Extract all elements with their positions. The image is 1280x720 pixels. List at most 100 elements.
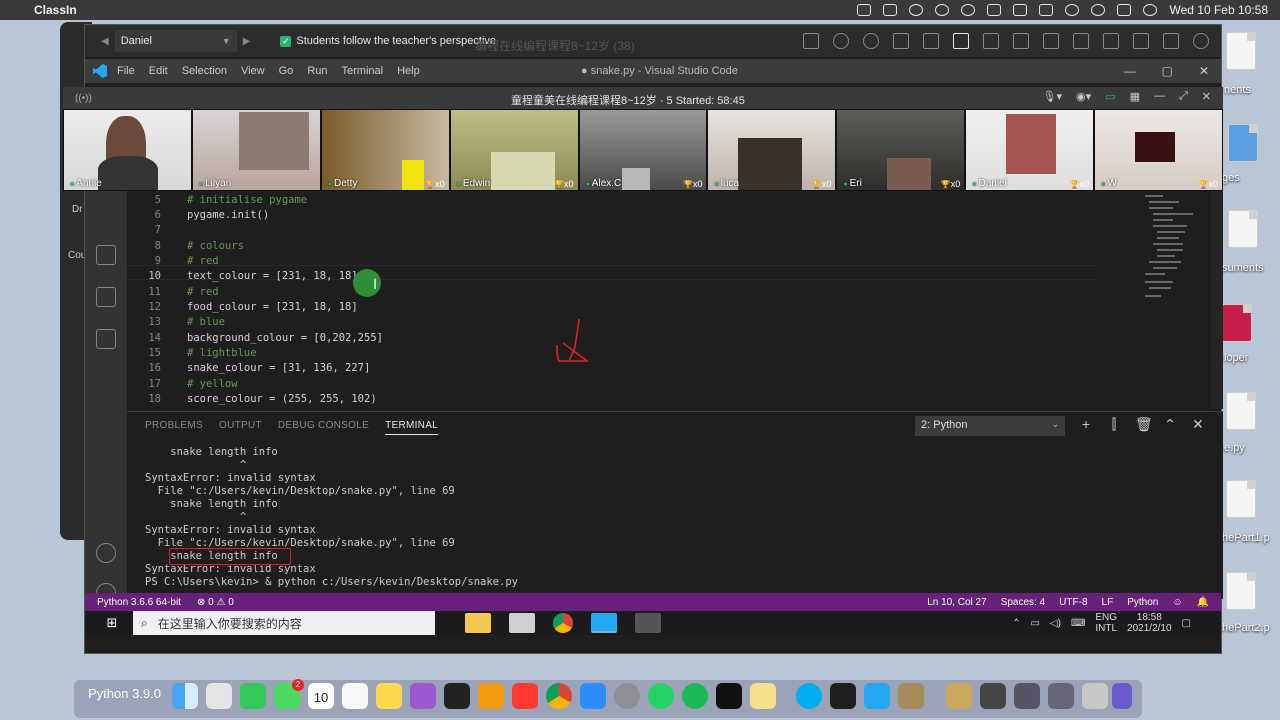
volume-icon[interactable]	[987, 4, 1002, 16]
network-icon[interactable]: ▭	[1030, 618, 1039, 629]
maximize-button[interactable]: ▢	[1162, 64, 1173, 78]
tab-debug-console[interactable]: DEBUG CONSOLE	[278, 420, 369, 435]
menu-selection[interactable]: Selection	[182, 65, 227, 77]
language-mode[interactable]: Python	[1127, 597, 1158, 608]
tab-output[interactable]: OUTPUT	[219, 420, 262, 435]
terminal-app-icon[interactable]	[444, 683, 470, 709]
podcasts-icon[interactable]	[410, 683, 436, 709]
eraser-icon[interactable]	[1013, 33, 1029, 49]
menu-help[interactable]: Help	[397, 65, 420, 77]
selection-icon[interactable]	[923, 33, 939, 49]
chat-icon[interactable]	[833, 33, 849, 49]
wifi-icon[interactable]	[1065, 4, 1080, 16]
video-tile[interactable]: Annie	[64, 110, 191, 190]
windows-search-box[interactable]: ⌕ 在这里输入你要搜索的内容	[133, 611, 435, 635]
pointer-icon[interactable]	[893, 33, 909, 49]
run-debug-icon[interactable]	[96, 245, 116, 265]
expand-icon[interactable]	[1133, 33, 1149, 49]
extensions-icon[interactable]	[96, 287, 116, 307]
pages-icon[interactable]	[478, 683, 504, 709]
news-icon[interactable]	[512, 683, 538, 709]
trash-dock-icon[interactable]	[1082, 683, 1108, 709]
menu-view[interactable]: View	[241, 65, 265, 77]
input-language[interactable]: ENG INTL	[1095, 612, 1117, 634]
calendar-icon[interactable]: 10	[308, 683, 334, 709]
menu-run[interactable]: Run	[307, 65, 327, 77]
terminal-dock-icon[interactable]	[716, 683, 742, 709]
siri-icon[interactable]	[1143, 4, 1158, 16]
whatsapp-icon[interactable]	[648, 683, 674, 709]
volume-icon[interactable]: ◁)	[1050, 618, 1061, 629]
terminal-output[interactable]: snake length info ^ SyntaxError: invalid…	[145, 446, 518, 589]
text-icon[interactable]	[983, 33, 999, 49]
video-tile[interactable]: Alex.C x0	[579, 110, 707, 190]
control-center-icon[interactable]	[1117, 4, 1132, 16]
desktop-file-icon[interactable]	[1226, 572, 1256, 610]
video-tile[interactable]: Detty x0	[321, 110, 449, 190]
restore-classroom-button[interactable]: ⤢	[1179, 90, 1188, 103]
classin-dock-icon[interactable]	[830, 683, 856, 709]
desktop-stack-icon[interactable]	[1048, 683, 1074, 709]
microphone-icon[interactable]: 🎙▾	[1043, 90, 1063, 103]
file-explorer-icon[interactable]	[465, 613, 491, 633]
code-editor[interactable]: 5 # initialise pygame 6 pygame.init() 7 8 #…	[127, 191, 1223, 409]
video-tile[interactable]: Eri x0	[837, 110, 965, 190]
users-icon[interactable]	[863, 33, 879, 49]
close-classroom-button[interactable]: ✕	[1202, 90, 1211, 103]
testing-icon[interactable]	[96, 329, 116, 349]
terminal-select[interactable]: 2: Python ⌄	[915, 416, 1065, 436]
python-interpreter[interactable]: Python 3.6.6 64-bit	[97, 597, 181, 608]
menu-edit[interactable]: Edit	[149, 65, 168, 77]
video-tile[interactable]: W x0	[1095, 110, 1223, 190]
vscode-dock-icon[interactable]	[864, 683, 890, 709]
editor-scrollbar[interactable]	[1211, 191, 1223, 409]
skype-icon[interactable]	[796, 683, 822, 709]
account-icon[interactable]	[96, 543, 116, 563]
bluetooth-icon[interactable]	[1013, 4, 1028, 16]
menu-file[interactable]: File	[117, 65, 135, 77]
camera-icon[interactable]: ◉▾	[1076, 90, 1091, 103]
encoding[interactable]: UTF-8	[1059, 597, 1087, 608]
indentation[interactable]: Spaces: 4	[1001, 597, 1045, 608]
podium-icon[interactable]	[803, 33, 819, 49]
clear-icon[interactable]	[1043, 33, 1059, 49]
reminders-icon[interactable]	[342, 683, 368, 709]
python-launcher-label[interactable]: Python 3.9.0	[88, 686, 161, 701]
windows-clock[interactable]: 18:58 2021/2/10	[1127, 612, 1172, 634]
desktop-file-icon[interactable]	[1226, 480, 1256, 518]
launchpad-icon[interactable]	[206, 683, 232, 709]
desktop-file-icon[interactable]	[1228, 210, 1258, 248]
timer-icon[interactable]	[935, 4, 950, 16]
battery-icon[interactable]	[1039, 4, 1054, 16]
video-tile[interactable]: Daniel x0	[966, 110, 1094, 190]
next-arrow-icon[interactable]: ▶	[243, 36, 251, 47]
feedback-icon[interactable]: ☺	[1172, 597, 1182, 608]
line-ending[interactable]: LF	[1102, 597, 1114, 608]
menu-go[interactable]: Go	[279, 65, 294, 77]
keyboard-icon[interactable]: ⌨	[1071, 618, 1085, 629]
menu-terminal[interactable]: Terminal	[342, 65, 384, 77]
fullscreen-icon[interactable]	[1103, 33, 1119, 49]
desktop-file-icon[interactable]	[1228, 124, 1258, 162]
vscode-taskbar-icon[interactable]	[591, 613, 617, 633]
new-terminal-icon[interactable]: +	[1079, 416, 1093, 433]
spotlight-search-icon[interactable]	[1091, 4, 1106, 16]
system-preferences-icon[interactable]	[614, 683, 640, 709]
play-icon[interactable]	[961, 4, 976, 16]
action-center-icon[interactable]: ▢	[1182, 618, 1191, 629]
collapse-icon[interactable]	[1163, 33, 1179, 49]
user-select[interactable]: Daniel ▼	[114, 30, 237, 52]
close-button[interactable]: ✕	[1199, 64, 1209, 78]
windows-start-icon[interactable]: ⊞	[97, 615, 127, 631]
spotify-icon[interactable]	[682, 683, 708, 709]
pen-icon[interactable]	[953, 33, 969, 49]
tools-icon[interactable]	[1073, 33, 1089, 49]
facetime-icon[interactable]	[240, 683, 266, 709]
video-tile[interactable]: Lilyan	[192, 110, 320, 190]
notifications-bell-icon[interactable]: 🔔	[1197, 597, 1209, 608]
notes-file-icon[interactable]	[750, 683, 776, 709]
screen-share-icon[interactable]	[857, 4, 872, 16]
folder-icon[interactable]	[946, 683, 972, 709]
store-icon[interactable]	[509, 613, 535, 633]
finder-icon[interactable]	[172, 683, 198, 709]
